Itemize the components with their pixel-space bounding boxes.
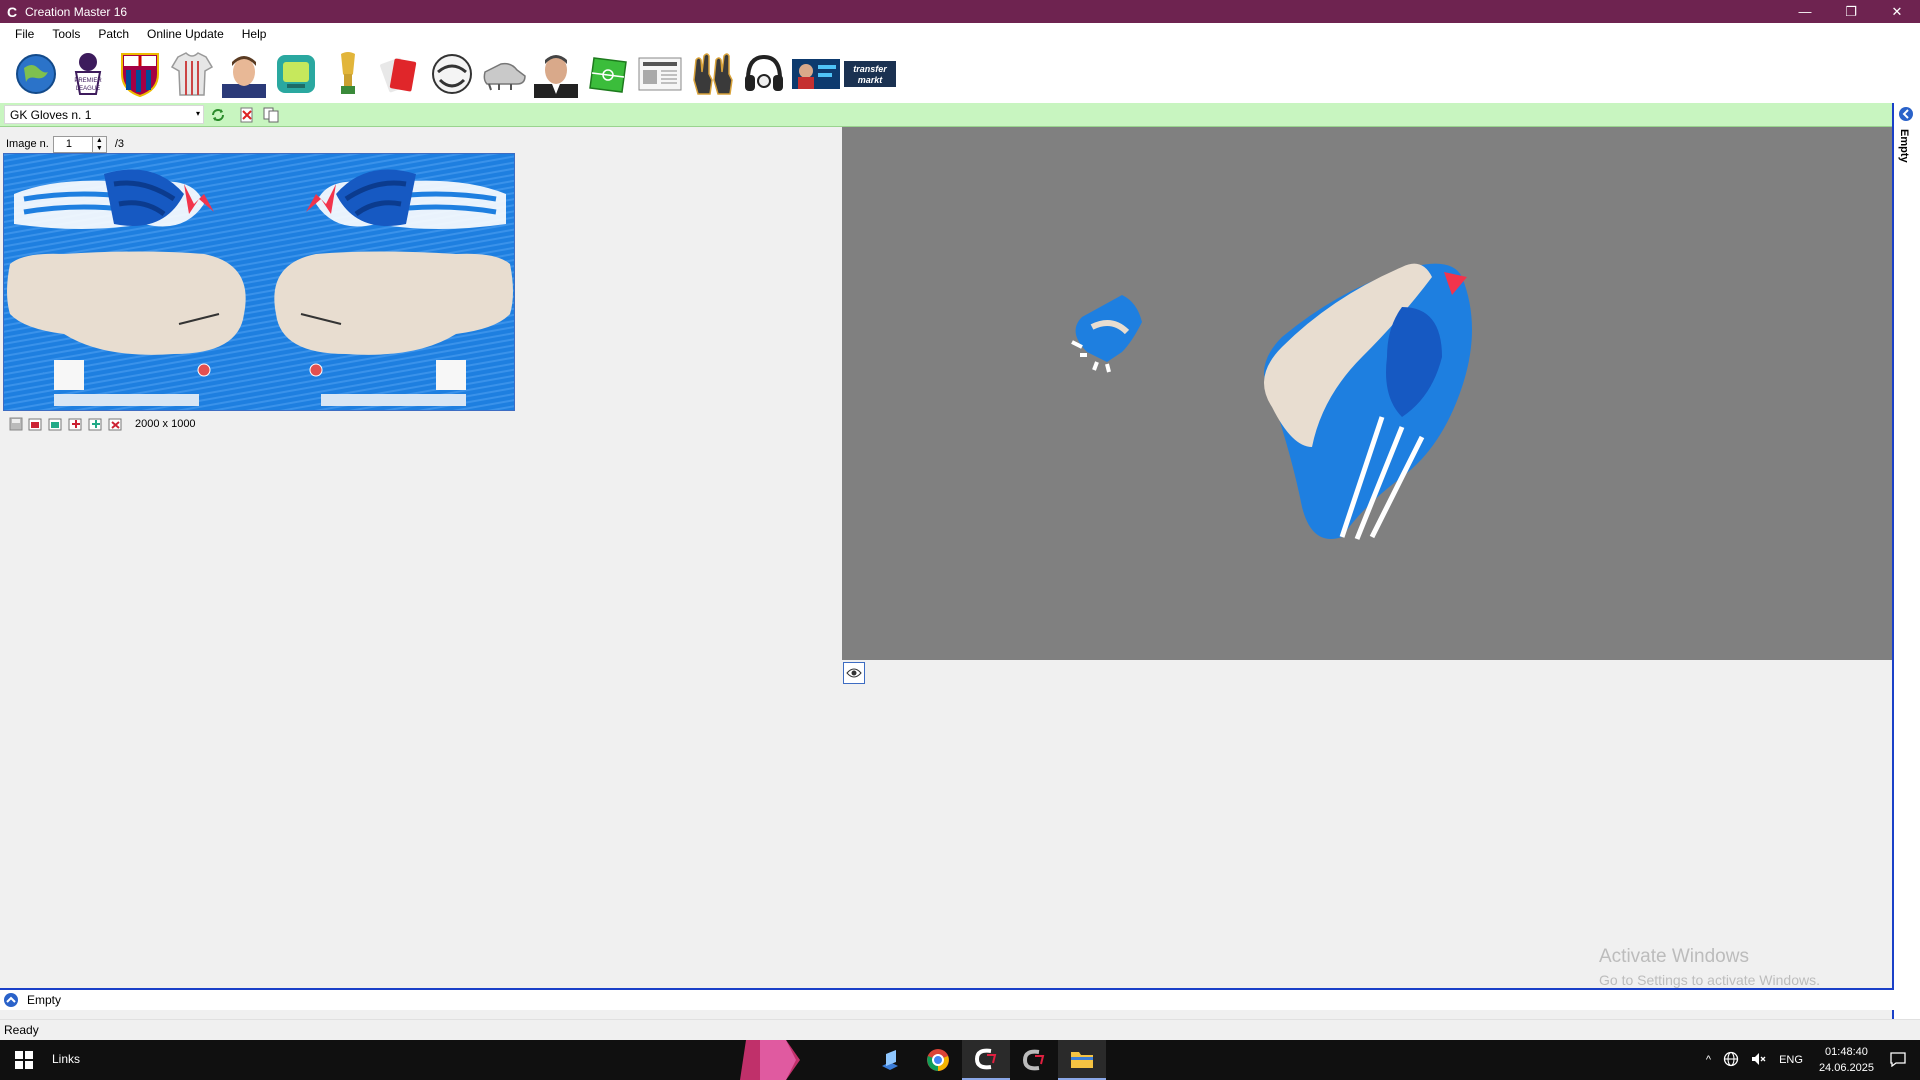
creation-master-icon xyxy=(974,1048,997,1070)
restore-button[interactable]: ❐ xyxy=(1828,0,1874,23)
gk-gloves-icon[interactable] xyxy=(688,50,736,98)
language-indicator[interactable]: ENG xyxy=(1779,1054,1803,1066)
expand-icon[interactable] xyxy=(3,992,19,1008)
eye-icon[interactable] xyxy=(843,662,865,684)
tray-overflow-icon[interactable]: ^ xyxy=(1706,1054,1711,1066)
system-tray: ^ ENG 01:48:40 24.06.2025 xyxy=(1700,1040,1920,1080)
collapse-icon[interactable] xyxy=(1898,106,1914,125)
ball-icon[interactable] xyxy=(428,50,476,98)
export-all-icon[interactable] xyxy=(87,415,105,433)
chrome-icon xyxy=(927,1049,949,1071)
taskbar-app-desktop[interactable] xyxy=(866,1040,914,1080)
menu-tools[interactable]: Tools xyxy=(43,27,89,41)
creation-master-15-icon xyxy=(1022,1049,1045,1071)
volume-muted-icon[interactable] xyxy=(1751,1052,1767,1069)
image-number-input[interactable]: 1 xyxy=(52,135,93,153)
transfermarkt-line2: markt xyxy=(858,75,884,85)
start-button[interactable] xyxy=(0,1040,48,1080)
desktop-app-icon xyxy=(882,1050,898,1070)
links-toolbar[interactable]: Links xyxy=(52,1052,80,1066)
gloves-dropdown[interactable]: GK Gloves n. 1 ▾ xyxy=(4,105,204,124)
windows-logo-icon xyxy=(15,1051,33,1069)
manager-icon[interactable] xyxy=(532,50,580,98)
menu-file[interactable]: File xyxy=(6,27,43,41)
trophy-icon[interactable] xyxy=(324,50,372,98)
texture-preview[interactable] xyxy=(3,153,515,411)
newspaper-icon[interactable] xyxy=(636,50,684,98)
premier-league-icon[interactable]: PREMIER LEAGUE xyxy=(64,50,112,98)
chevron-down-icon: ▾ xyxy=(195,109,200,118)
transfermarkt-line1: transfer xyxy=(853,64,887,74)
watermark-subtitle: Go to Settings to activate Windows. xyxy=(1599,972,1820,988)
image-number-label: Image n. xyxy=(6,138,49,150)
remove-icon[interactable] xyxy=(107,415,125,433)
right-panel-label: Empty xyxy=(1898,129,1910,163)
image-navigator: Image n. 1 ▲ ▼ /3 xyxy=(6,135,124,153)
taskbar-app-chrome[interactable] xyxy=(914,1040,962,1080)
status-text: Ready xyxy=(4,1023,39,1037)
close-button[interactable]: ✕ xyxy=(1874,0,1920,23)
club-crest-icon[interactable] xyxy=(116,50,164,98)
image-number-stepper[interactable]: ▲ ▼ xyxy=(92,135,107,153)
refresh-button[interactable] xyxy=(209,106,227,124)
bottom-panel-header[interactable]: Empty xyxy=(0,990,1894,1010)
selector-bar: GK Gloves n. 1 ▾ xyxy=(0,103,1892,127)
bottom-panel-label: Empty xyxy=(27,993,62,1007)
transfermarkt-icon[interactable]: transfer markt xyxy=(844,50,896,98)
small-glove-model xyxy=(1071,295,1142,373)
app-icon: C xyxy=(6,3,18,20)
minimize-button[interactable]: — xyxy=(1782,0,1828,23)
copy-button[interactable] xyxy=(262,106,280,124)
image-total: /3 xyxy=(114,138,124,150)
folder-icon xyxy=(1071,1052,1093,1068)
taskbar-app-creation-master-16[interactable] xyxy=(962,1040,1010,1080)
kit-icon[interactable] xyxy=(168,50,216,98)
notifications-icon[interactable] xyxy=(1890,1051,1906,1070)
pitch-icon[interactable] xyxy=(584,50,632,98)
taskbar-app-creation-master-15[interactable] xyxy=(1010,1040,1058,1080)
menu-online-update[interactable]: Online Update xyxy=(138,27,233,41)
watermark-title: Activate Windows xyxy=(1599,946,1749,967)
main-toolbar: PREMIER LEAGUE transfer markt xyxy=(0,45,1920,103)
right-side-panel[interactable]: Empty xyxy=(1892,103,1920,1019)
delete-button[interactable] xyxy=(238,106,256,124)
tv-icon[interactable] xyxy=(272,50,320,98)
wallpaper-fragment xyxy=(740,1040,800,1080)
import-all-icon[interactable] xyxy=(67,415,85,433)
texture-size: 2000 x 1000 xyxy=(135,418,196,430)
clock-date: 24.06.2025 xyxy=(1818,1062,1874,1074)
network-icon[interactable] xyxy=(1723,1051,1739,1070)
texture-toolbar: 2000 x 1000 xyxy=(3,412,515,436)
svg-text:PREMIER: PREMIER xyxy=(74,78,102,84)
gloves-dropdown-value: GK Gloves n. 1 xyxy=(10,108,92,122)
status-bar: Ready xyxy=(0,1019,1920,1040)
menu-bar: File Tools Patch Online Update Help xyxy=(0,23,1920,45)
fifa-card-icon[interactable] xyxy=(792,50,840,98)
3d-viewport[interactable] xyxy=(842,127,1892,660)
clock-time: 01:48:40 xyxy=(1825,1046,1868,1058)
globe-icon[interactable] xyxy=(12,50,60,98)
menu-patch[interactable]: Patch xyxy=(89,27,138,41)
menu-help[interactable]: Help xyxy=(233,27,276,41)
svg-text:LEAGUE: LEAGUE xyxy=(76,86,100,92)
save-icon[interactable] xyxy=(7,415,25,433)
import-icon[interactable] xyxy=(27,415,45,433)
export-icon[interactable] xyxy=(47,415,65,433)
window-title: Creation Master 16 xyxy=(25,4,128,19)
taskbar: Links ^ ENG 01:48:40 24.06.2025 xyxy=(0,1040,1920,1080)
clock[interactable]: 01:48:40 24.06.2025 xyxy=(1819,1044,1874,1076)
large-glove-model xyxy=(1264,263,1472,540)
headphones-icon[interactable] xyxy=(740,50,788,98)
activate-windows-watermark: Activate Windows Go to Settings to activ… xyxy=(1599,946,1820,988)
boot-icon[interactable] xyxy=(480,50,528,98)
title-bar: C Creation Master 16 — ❐ ✕ xyxy=(0,0,1920,23)
card-icon[interactable] xyxy=(376,50,424,98)
taskbar-app-file-explorer[interactable] xyxy=(1058,1040,1106,1080)
player-icon[interactable] xyxy=(220,50,268,98)
